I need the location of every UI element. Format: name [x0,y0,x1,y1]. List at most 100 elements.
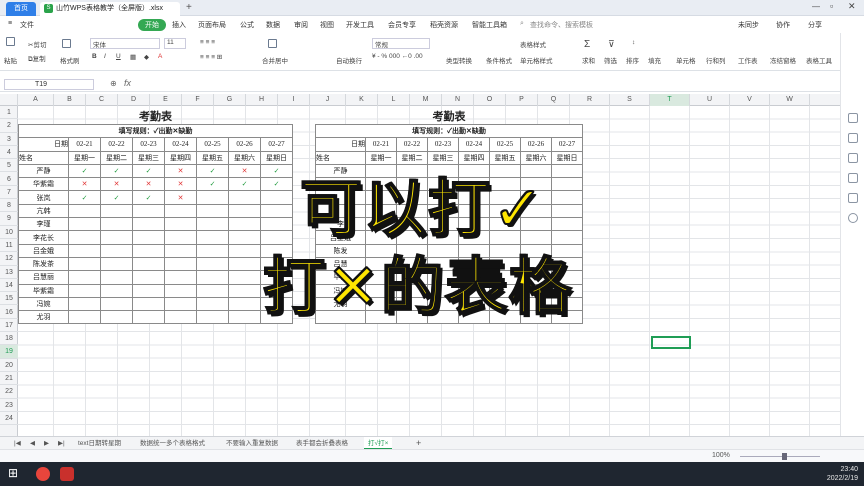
cond-format-button[interactable]: 条件格式 [486,55,512,65]
attendance-mark-cell[interactable]: ✓ [196,163,229,179]
column-header-d[interactable]: D [118,94,150,106]
attendance-mark-cell[interactable] [551,203,583,219]
attendance-mark-cell[interactable] [100,283,133,298]
attendance-mark-cell[interactable]: ✓ [228,177,261,192]
row-header-19[interactable]: 19 [0,345,18,359]
table-title[interactable]: 考勤表 [19,108,293,125]
row-header-23[interactable]: 23 [0,399,18,412]
share-icon[interactable] [848,193,858,203]
date-cell[interactable]: 02-24 [164,137,197,152]
date-cell[interactable]: 02-21 [68,137,101,152]
column-header-g[interactable]: G [214,94,246,106]
sum-button[interactable]: 求和 [582,55,595,65]
row-header-3[interactable]: 3 [0,133,18,146]
attendance-mark-cell[interactable]: ✓ [260,163,293,179]
row-header-1[interactable]: 1 [0,106,18,120]
filter-button[interactable]: 筛选 [604,55,617,65]
menu-start[interactable]: 开始 [138,19,166,31]
attendance-mark-cell[interactable] [551,190,583,205]
date-label-cell[interactable]: 日期 [18,137,69,152]
zoom-slider[interactable] [740,456,820,457]
attendance-mark-cell[interactable] [196,270,229,285]
attendance-mark-cell[interactable]: ✓ [100,190,133,205]
attendance-mark-cell[interactable]: ✕ [164,163,197,179]
attendance-mark-cell[interactable] [100,270,133,285]
help-icon[interactable] [848,213,858,223]
attendance-mark-cell[interactable] [196,283,229,298]
attendance-mark-cell[interactable] [228,256,261,272]
worksheet-button[interactable]: 工作表 [738,55,758,65]
merge-center-button[interactable]: 合并居中 [262,55,288,65]
windows-start-icon[interactable]: ⊞ [8,466,18,480]
menu-developer[interactable]: 开发工具 [346,20,374,30]
fill-color-icon[interactable]: ◆ [144,53,149,61]
attendance-mark-cell[interactable]: ✓ [68,190,101,205]
attendance-mark-cell[interactable] [228,296,261,312]
attendance-mark-cell[interactable] [100,203,133,219]
row-header-24[interactable]: 24 [0,412,18,426]
employee-name-cell[interactable]: 亢韩 [18,203,69,219]
chrome-icon[interactable] [36,467,50,481]
attendance-mark-cell[interactable] [196,230,229,245]
menu-review[interactable]: 审阅 [294,20,308,30]
attendance-mark-cell[interactable] [196,243,229,258]
employee-name-cell[interactable]: 李花长 [18,230,69,245]
attendance-mark-cell[interactable] [132,256,165,272]
row-header-11[interactable]: 11 [0,239,18,253]
copy-button[interactable]: ⧉复制 [28,53,46,64]
close-icon[interactable]: ✕ [848,1,856,12]
attendance-mark-cell[interactable] [100,256,133,272]
tab-home[interactable]: 首页 [6,2,36,16]
attendance-mark-cell[interactable] [196,190,229,205]
attendance-mark-cell[interactable]: ✓ [132,190,165,205]
date-cell[interactable]: 02-25 [489,137,521,152]
fx-button[interactable]: fx [124,78,131,88]
attendance-mark-cell[interactable] [164,203,197,219]
column-header-w[interactable]: W [770,94,810,106]
date-cell[interactable]: 02-23 [427,137,459,152]
menu-file[interactable]: 文件 [20,20,34,30]
attendance-mark-cell[interactable] [164,256,197,272]
date-cell[interactable]: 02-22 [396,137,428,152]
attendance-mark-cell[interactable] [164,230,197,245]
attendance-mark-cell[interactable] [164,270,197,285]
attendance-mark-cell[interactable]: ✓ [196,177,229,192]
menu-smart-tools[interactable]: 智能工具箱 [472,20,507,30]
row-header-14[interactable]: 14 [0,279,18,293]
format-painter-button[interactable] [62,39,73,48]
backup-icon[interactable] [848,173,858,183]
row-header-2[interactable]: 2 [0,119,18,133]
name-label-cell[interactable]: 姓名 [18,150,69,165]
row-header-22[interactable]: 22 [0,385,18,399]
attendance-mark-cell[interactable] [164,217,197,232]
attendance-mark-cell[interactable] [68,283,101,298]
attendance-mark-cell[interactable] [164,283,197,298]
employee-name-cell[interactable]: 毕紫霜 [18,283,69,298]
row-header-18[interactable]: 18 [0,332,18,346]
attendance-mark-cell[interactable] [228,190,261,205]
attendance-mark-cell[interactable] [228,310,261,325]
attendance-mark-cell[interactable] [100,243,133,258]
column-header-k[interactable]: K [346,94,378,106]
command-search[interactable]: 查找命令、搜索模板 [530,20,593,30]
menu-formula[interactable]: 公式 [240,20,254,30]
row-header-17[interactable]: 17 [0,319,18,333]
zoom-level[interactable]: 100% [712,452,730,459]
attendance-mark-cell[interactable] [228,270,261,285]
attendance-mark-cell[interactable] [196,203,229,219]
attendance-mark-cell[interactable] [132,230,165,245]
menu-resource[interactable]: 稻壳资源 [430,20,458,30]
bold-button[interactable]: B [92,53,97,60]
zoom-search-icon[interactable]: ⊕ [110,79,117,88]
menu-view[interactable]: 视图 [320,20,334,30]
attendance-mark-cell[interactable] [132,270,165,285]
column-header-o[interactable]: O [474,94,506,106]
select-all-corner[interactable] [0,94,18,106]
sort-button[interactable]: 排序 [626,55,639,65]
currency-icons[interactable]: ¥ - % 000 ←0 .00 [372,53,423,60]
row-header-15[interactable]: 15 [0,292,18,306]
column-header-s[interactable]: S [610,94,650,106]
attendance-mark-cell[interactable] [100,217,133,232]
employee-name-cell[interactable]: 吕慧丽 [18,270,69,285]
font-size-select[interactable]: 11 [164,38,186,49]
